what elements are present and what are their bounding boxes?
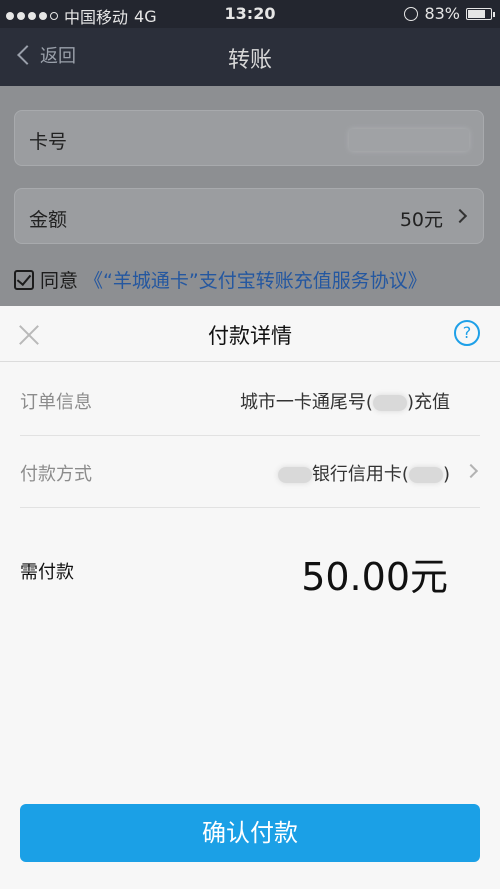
- payment-sheet: 付款详情 ? 订单信息 城市一卡通尾号( )充值 付款方式 银行信用卡() 需付款…: [0, 306, 500, 889]
- agreement-row: 同意 《“羊城通卡”支付宝转账充值服务协议》: [14, 266, 427, 293]
- battery-icon: [466, 7, 495, 20]
- masked-card-digits: [408, 467, 443, 483]
- page-title: 转账: [227, 48, 272, 73]
- transfer-form: 卡号 金额 50元 同意 《“羊城通卡”支付宝转账充值服务协议》: [0, 86, 500, 306]
- agreement-link[interactable]: 《“羊城通卡”支付宝转账充值服务协议》: [84, 266, 427, 293]
- amount-field[interactable]: 金额 50元: [14, 188, 484, 244]
- nav-bar: 返回 转账: [0, 28, 500, 86]
- amount-label: 金额: [29, 209, 68, 231]
- payment-method-label: 付款方式: [20, 464, 92, 485]
- status-bar: 中国移动 4G 13:20 83%: [0, 0, 500, 28]
- payment-method-row[interactable]: 付款方式 银行信用卡(): [20, 436, 480, 508]
- order-info-prefix: 城市一卡通尾号(: [239, 392, 373, 413]
- status-right: 83%: [404, 4, 495, 23]
- card-number-label: 卡号: [29, 131, 68, 153]
- confirm-payment-button[interactable]: 确认付款: [20, 804, 480, 862]
- order-info-suffix: )充值: [406, 392, 450, 413]
- masked-card-tail: [372, 395, 407, 411]
- sheet-header: 付款详情 ?: [0, 306, 500, 362]
- card-number-masked: [349, 129, 469, 151]
- payment-method-prefix: 银行信用卡(: [311, 464, 409, 485]
- payment-method-value: 银行信用卡(): [277, 460, 450, 486]
- card-number-field[interactable]: 卡号: [14, 110, 484, 166]
- order-info-value: 城市一卡通尾号( )充值: [240, 388, 450, 414]
- amount-due-value: 50.00元: [301, 555, 448, 599]
- amount-due-label: 需付款: [20, 562, 74, 583]
- chevron-right-icon: [452, 208, 468, 224]
- agree-text: 同意: [40, 270, 79, 292]
- agree-checkbox[interactable]: [14, 269, 34, 290]
- chevron-right-icon: [463, 463, 479, 479]
- order-info-row: 订单信息 城市一卡通尾号( )充值: [20, 364, 480, 436]
- order-info-label: 订单信息: [20, 392, 92, 413]
- masked-bank-name: [277, 467, 312, 483]
- amount-value: 50元: [399, 209, 443, 231]
- payment-method-suffix: ): [442, 464, 450, 485]
- help-icon[interactable]: ?: [454, 320, 480, 346]
- battery-percent: 83%: [424, 4, 460, 23]
- sheet-title: 付款详情: [208, 324, 292, 348]
- rotation-lock-icon: [404, 6, 419, 21]
